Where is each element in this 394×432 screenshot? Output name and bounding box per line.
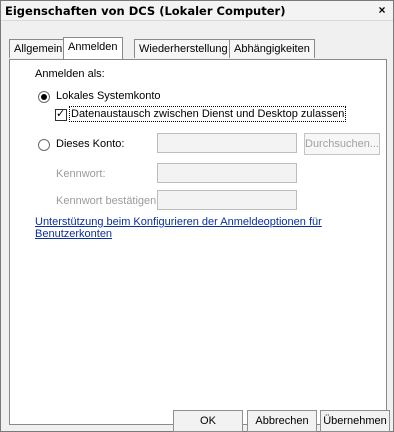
password-input[interactable] [157, 163, 297, 183]
desktop-interaction-label[interactable]: Datenaustausch zwischen Dienst und Deskt… [68, 106, 347, 122]
browse-button[interactable]: Durchsuchen... [304, 133, 380, 155]
account-input[interactable] [157, 133, 297, 153]
this-account-radio[interactable] [38, 139, 50, 151]
checkmark-icon: ✓ [56, 108, 66, 120]
confirm-password-label: Kennwort bestätigen: [56, 195, 160, 207]
local-system-radio[interactable] [38, 91, 50, 103]
local-system-label[interactable]: Lokales Systemkonto [56, 90, 161, 102]
tab-anmelden[interactable]: Anmelden [63, 37, 123, 59]
radio-selected-dot [41, 94, 47, 100]
window-title: Eigenschaften von DCS (Lokaler Computer) [5, 4, 286, 18]
close-button[interactable]: × [375, 3, 389, 17]
help-link[interactable]: Unterstützung beim Konfigurieren der Anm… [35, 216, 386, 240]
tab-allgemein[interactable]: Allgemein [9, 39, 68, 58]
close-icon: × [378, 3, 386, 17]
cancel-button[interactable]: Abbrechen [247, 410, 317, 432]
properties-dialog: Eigenschaften von DCS (Lokaler Computer)… [0, 0, 394, 432]
dialog-content: Allgemein Anmelden Wiederherstellung Abh… [1, 21, 393, 432]
tab-wiederherstellung[interactable]: Wiederherstellung [134, 39, 233, 58]
apply-button[interactable]: Übernehmen [320, 410, 390, 432]
password-label: Kennwort: [56, 168, 106, 180]
desktop-interaction-checkbox[interactable]: ✓ [55, 108, 67, 121]
title-bar: Eigenschaften von DCS (Lokaler Computer)… [1, 1, 393, 21]
confirm-password-input[interactable] [157, 190, 297, 210]
this-account-label[interactable]: Dieses Konto: [56, 138, 124, 150]
logon-tab-panel: Anmelden als: Lokales Systemkonto ✓ Date… [9, 59, 387, 425]
logon-as-heading: Anmelden als: [35, 68, 105, 80]
tab-abhaengigkeiten[interactable]: Abhängigkeiten [229, 39, 315, 58]
ok-button[interactable]: OK [173, 410, 243, 432]
